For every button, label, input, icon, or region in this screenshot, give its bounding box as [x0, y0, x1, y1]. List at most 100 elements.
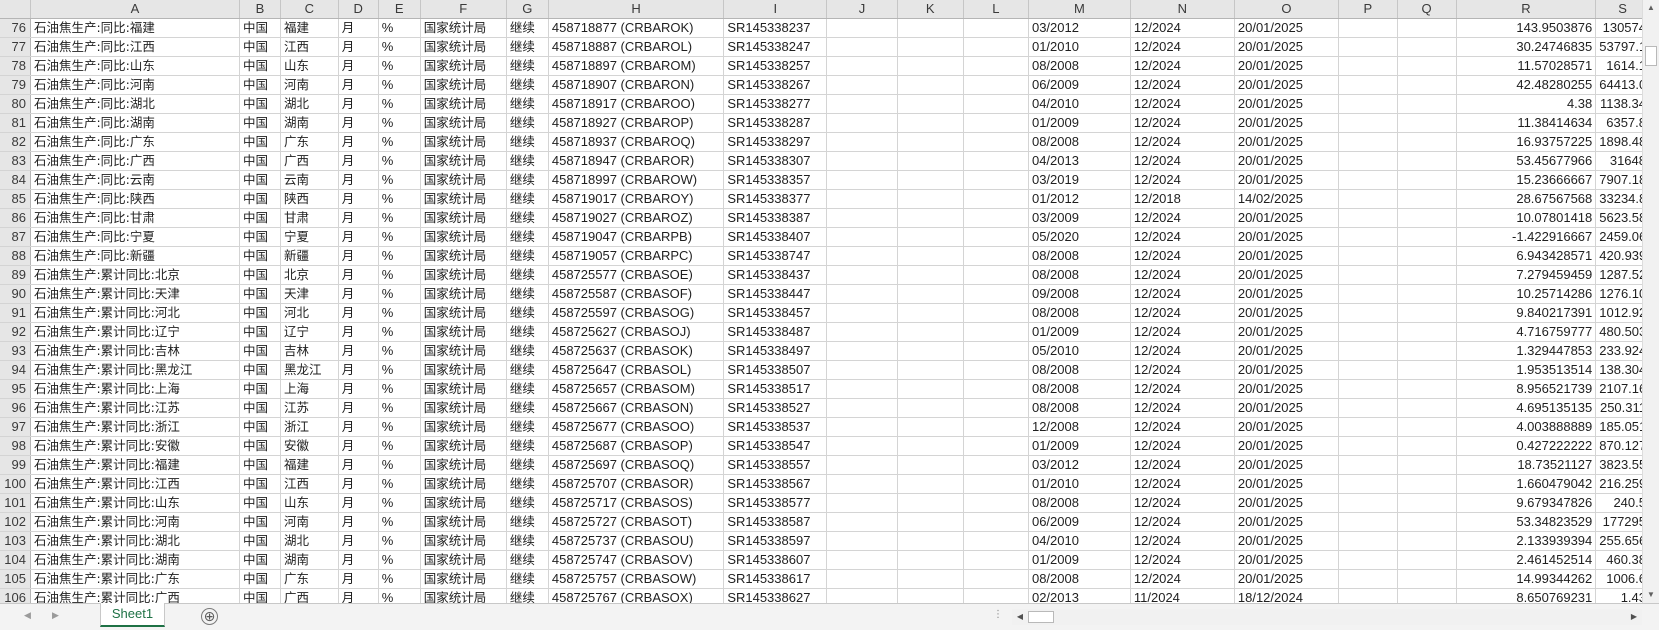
series-id-cell[interactable]: 458718887 (CRBAROL): [548, 37, 725, 57]
empty-cell[interactable]: [826, 227, 898, 247]
country-cell[interactable]: 中国: [239, 151, 281, 171]
empty-cell[interactable]: [826, 113, 898, 133]
empty-cell[interactable]: [963, 436, 1029, 456]
empty-cell[interactable]: [963, 189, 1029, 209]
value-cell[interactable]: 9.840217391: [1456, 303, 1597, 323]
empty-cell[interactable]: [1397, 132, 1457, 152]
status-cell[interactable]: 继续: [506, 360, 549, 380]
empty-cell[interactable]: [963, 322, 1029, 342]
empty-cell[interactable]: [826, 94, 898, 114]
empty-cell[interactable]: [897, 37, 964, 57]
status-cell[interactable]: 继续: [506, 56, 549, 76]
empty-cell[interactable]: [826, 265, 898, 285]
indicator-name-cell[interactable]: 石油焦生产:同比:湖南: [30, 113, 241, 133]
series-id-cell[interactable]: 458725627 (CRBASOJ): [548, 322, 725, 342]
start-date-cell[interactable]: 05/2020: [1028, 227, 1131, 247]
end-date-cell[interactable]: 12/2024: [1130, 322, 1235, 342]
row-header[interactable]: 82: [0, 132, 31, 152]
indicator-name-cell[interactable]: 石油焦生产:同比:广东: [30, 132, 241, 152]
indicator-name-cell[interactable]: 石油焦生产:同比:陕西: [30, 189, 241, 209]
column-header[interactable]: L: [963, 0, 1029, 19]
indicator-name-cell[interactable]: 石油焦生产:累计同比:江苏: [30, 398, 241, 418]
country-cell[interactable]: 中国: [239, 284, 281, 304]
row-header[interactable]: 91: [0, 303, 31, 323]
region-cell[interactable]: 云南: [280, 170, 339, 190]
value-cell[interactable]: 143.9503876: [1456, 18, 1597, 38]
row-header[interactable]: 104: [0, 550, 31, 570]
source-cell[interactable]: 国家统计局: [420, 398, 507, 418]
region-cell[interactable]: 湖北: [280, 94, 339, 114]
region-cell[interactable]: 湖南: [280, 550, 339, 570]
sr-code-cell[interactable]: SR145338237: [723, 18, 828, 38]
country-cell[interactable]: 中国: [239, 569, 281, 589]
country-cell[interactable]: 中国: [239, 37, 281, 57]
update-date-cell[interactable]: 20/01/2025: [1234, 417, 1339, 437]
row-header[interactable]: 103: [0, 531, 31, 551]
series-id-cell[interactable]: 458718877 (CRBAROK): [548, 18, 725, 38]
country-cell[interactable]: 中国: [239, 75, 281, 95]
indicator-name-cell[interactable]: 石油焦生产:同比:广西: [30, 151, 241, 171]
value-cell[interactable]: 8.650769231: [1456, 588, 1597, 603]
indicator-name-cell[interactable]: 石油焦生产:累计同比:广西: [30, 588, 241, 603]
frequency-cell[interactable]: 月: [338, 265, 379, 285]
empty-cell[interactable]: [963, 493, 1029, 513]
row-header[interactable]: 77: [0, 37, 31, 57]
empty-cell[interactable]: [897, 151, 964, 171]
empty-cell[interactable]: [1338, 265, 1398, 285]
empty-cell[interactable]: [963, 550, 1029, 570]
unit-cell[interactable]: %: [378, 512, 421, 532]
update-date-cell[interactable]: 20/01/2025: [1234, 512, 1339, 532]
unit-cell[interactable]: %: [378, 265, 421, 285]
empty-cell[interactable]: [897, 265, 964, 285]
empty-cell[interactable]: [826, 132, 898, 152]
empty-cell[interactable]: [1397, 341, 1457, 361]
country-cell[interactable]: 中国: [239, 170, 281, 190]
end-date-cell[interactable]: 12/2024: [1130, 113, 1235, 133]
update-date-cell[interactable]: 20/01/2025: [1234, 227, 1339, 247]
sr-code-cell[interactable]: SR145338527: [723, 398, 828, 418]
region-cell[interactable]: 天津: [280, 284, 339, 304]
country-cell[interactable]: 中国: [239, 474, 281, 494]
status-cell[interactable]: 继续: [506, 75, 549, 95]
sr-code-cell[interactable]: SR145338377: [723, 189, 828, 209]
row-header[interactable]: 78: [0, 56, 31, 76]
indicator-name-cell[interactable]: 石油焦生产:同比:云南: [30, 170, 241, 190]
empty-cell[interactable]: [897, 18, 964, 38]
empty-cell[interactable]: [1397, 493, 1457, 513]
empty-cell[interactable]: [1397, 569, 1457, 589]
source-cell[interactable]: 国家统计局: [420, 512, 507, 532]
empty-cell[interactable]: [897, 284, 964, 304]
start-date-cell[interactable]: 04/2013: [1028, 151, 1131, 171]
sr-code-cell[interactable]: SR145338247: [723, 37, 828, 57]
status-cell[interactable]: 继续: [506, 379, 549, 399]
empty-cell[interactable]: [1397, 531, 1457, 551]
scroll-down-icon[interactable]: ▼: [1643, 587, 1659, 603]
indicator-name-cell[interactable]: 石油焦生产:同比:江西: [30, 37, 241, 57]
indicator-name-cell[interactable]: 石油焦生产:累计同比:湖南: [30, 550, 241, 570]
region-cell[interactable]: 广西: [280, 151, 339, 171]
source-cell[interactable]: 国家统计局: [420, 550, 507, 570]
row-header[interactable]: 98: [0, 436, 31, 456]
unit-cell[interactable]: %: [378, 151, 421, 171]
region-cell[interactable]: 山东: [280, 56, 339, 76]
country-cell[interactable]: 中国: [239, 512, 281, 532]
update-date-cell[interactable]: 20/01/2025: [1234, 284, 1339, 304]
empty-cell[interactable]: [897, 398, 964, 418]
empty-cell[interactable]: [963, 208, 1029, 228]
row-header[interactable]: 105: [0, 569, 31, 589]
country-cell[interactable]: 中国: [239, 113, 281, 133]
country-cell[interactable]: 中国: [239, 94, 281, 114]
sr-code-cell[interactable]: SR145338487: [723, 322, 828, 342]
indicator-name-cell[interactable]: 石油焦生产:同比:河南: [30, 75, 241, 95]
series-id-cell[interactable]: 458725597 (CRBASOG): [548, 303, 725, 323]
value-cell[interactable]: 4.003888889: [1456, 417, 1597, 437]
sr-code-cell[interactable]: SR145338357: [723, 170, 828, 190]
empty-cell[interactable]: [826, 474, 898, 494]
column-header[interactable]: J: [826, 0, 898, 19]
indicator-name-cell[interactable]: 石油焦生产:累计同比:北京: [30, 265, 241, 285]
series-id-cell[interactable]: 458718997 (CRBAROW): [548, 170, 725, 190]
end-date-cell[interactable]: 12/2024: [1130, 341, 1235, 361]
empty-cell[interactable]: [1397, 303, 1457, 323]
frequency-cell[interactable]: 月: [338, 18, 379, 38]
sr-code-cell[interactable]: SR145338447: [723, 284, 828, 304]
